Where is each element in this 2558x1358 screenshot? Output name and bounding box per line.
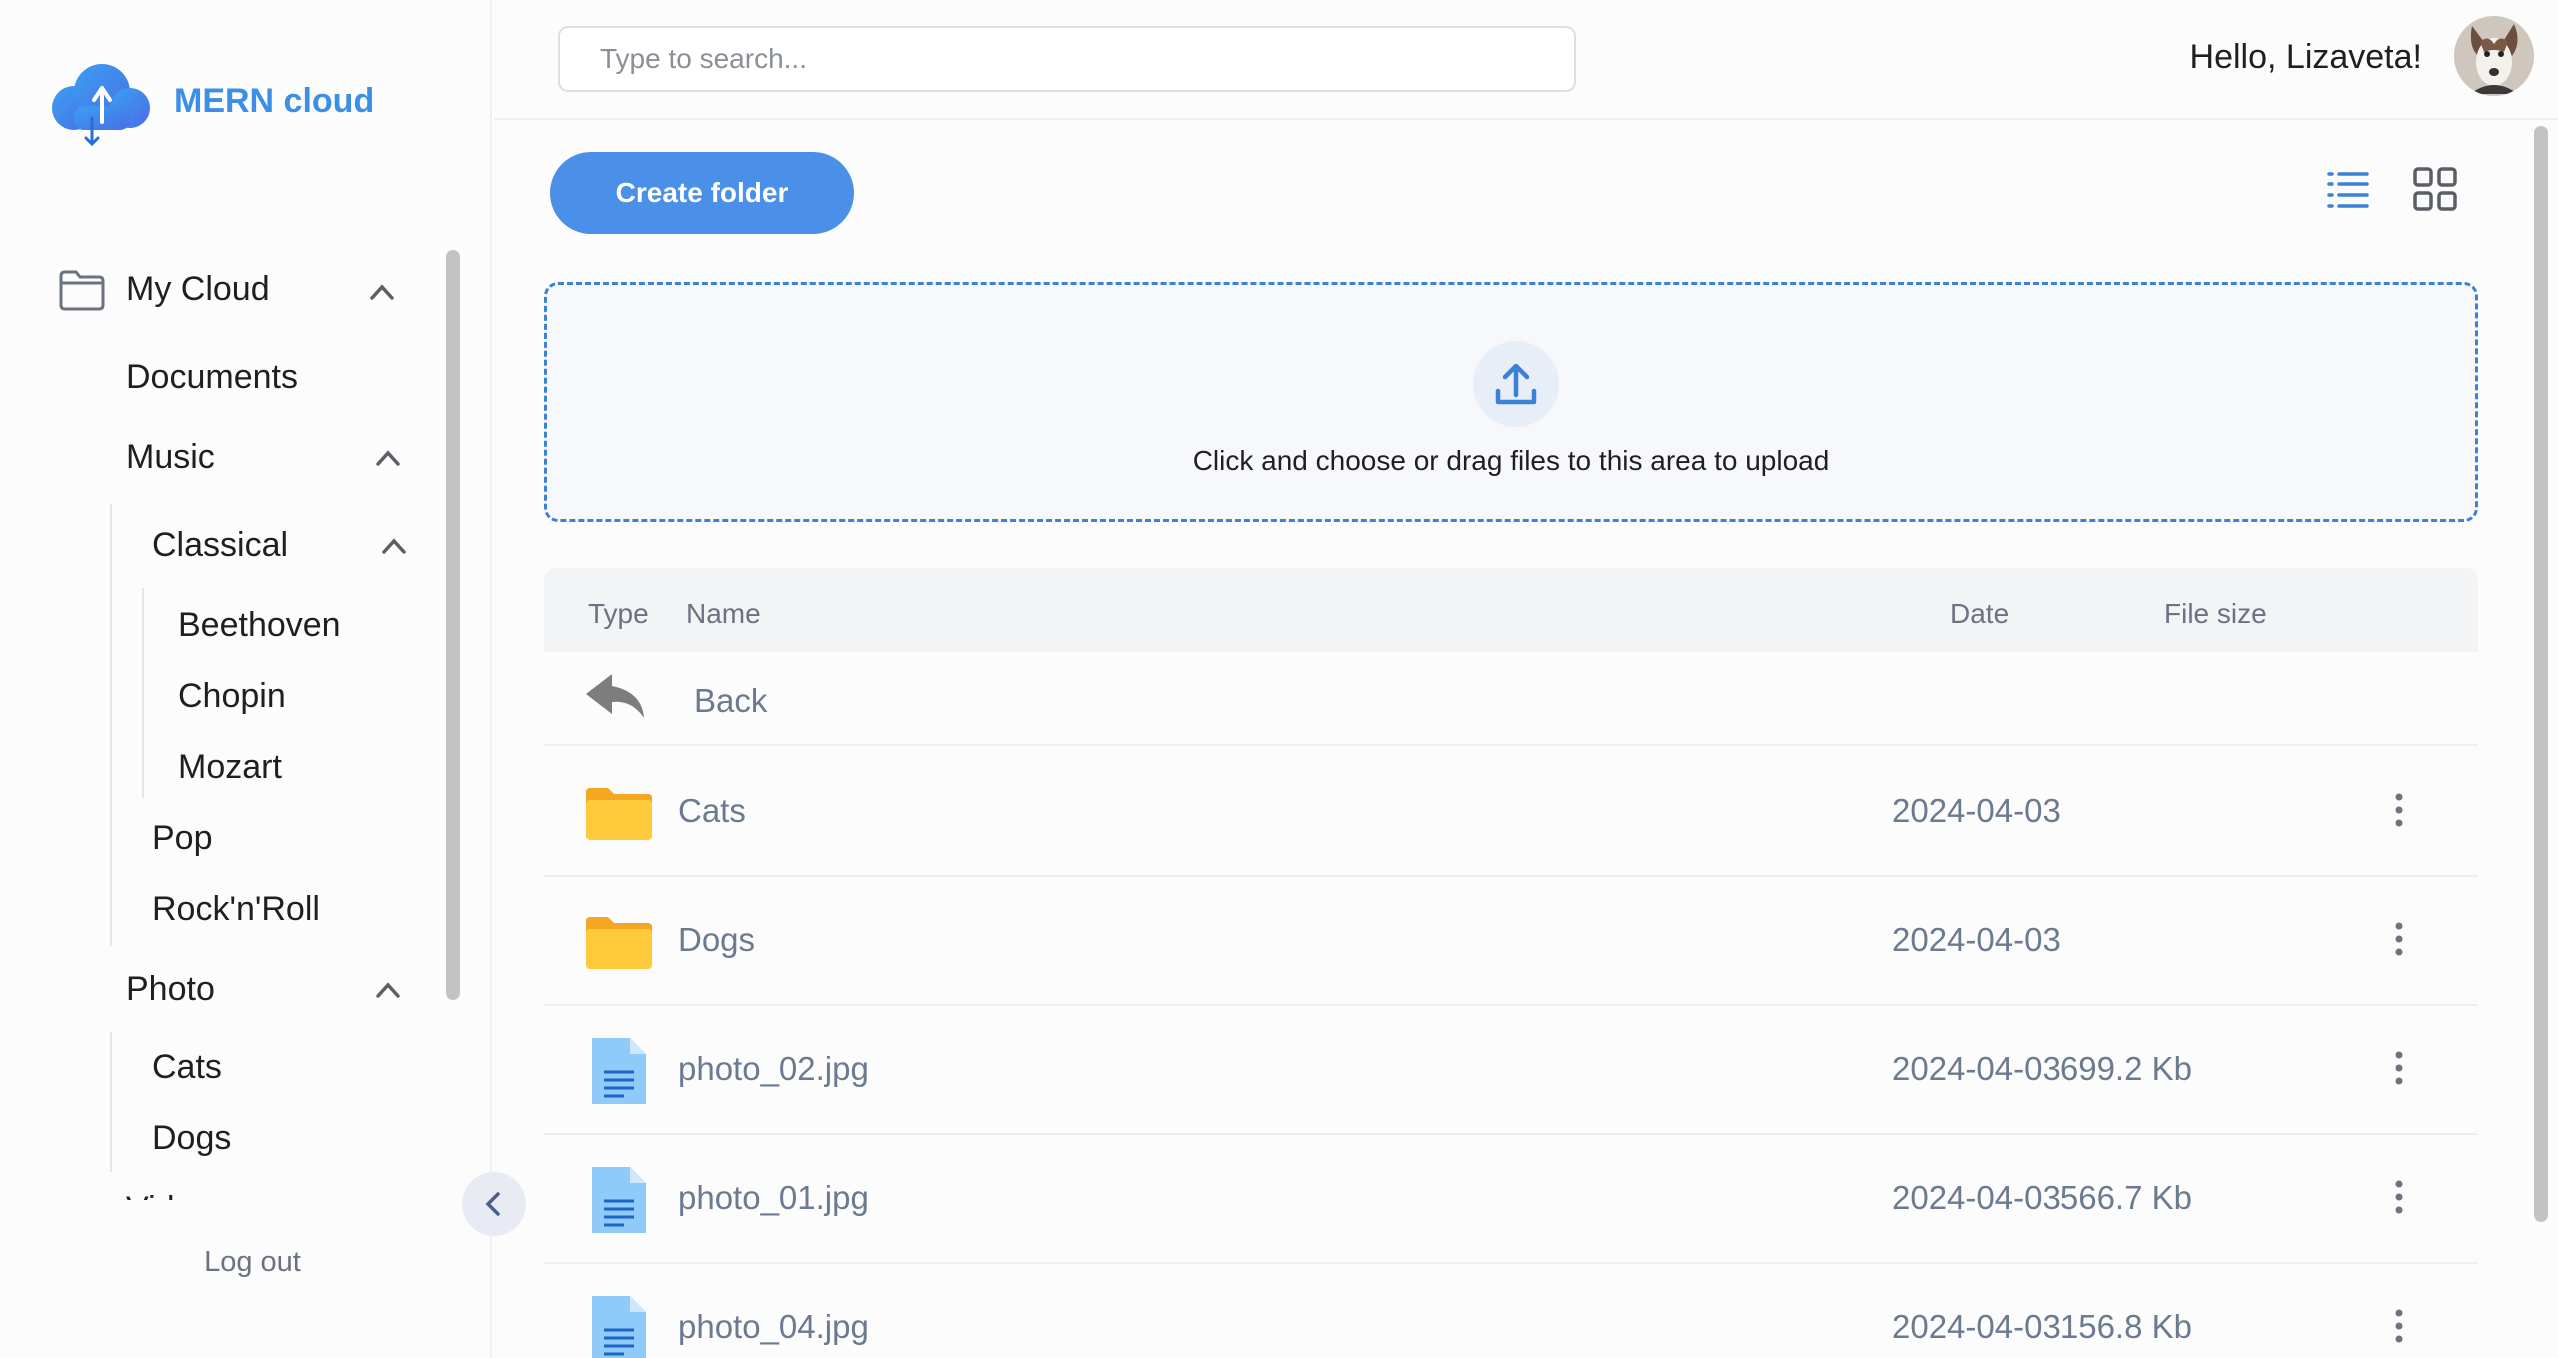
column-header-type[interactable]: Type	[588, 598, 649, 630]
sidebar-scrollbar-thumb[interactable]	[446, 250, 460, 1000]
grid-view-icon[interactable]	[2412, 166, 2458, 212]
create-folder-button[interactable]: Create folder	[550, 152, 854, 234]
tree-item-classical[interactable]: Classical	[152, 526, 422, 570]
document-icon	[592, 1038, 646, 1104]
more-options-icon[interactable]	[2384, 1306, 2414, 1346]
tree-item-label: Cats	[152, 1048, 222, 1086]
back-label: Back	[694, 682, 768, 719]
tree-item-documents[interactable]: Documents	[126, 358, 298, 397]
dog-avatar-icon	[2454, 16, 2534, 96]
tree-guide-line	[110, 504, 112, 946]
main-content: Create folder Click and choose or drag f…	[494, 122, 2526, 1358]
main-scrollbar-thumb[interactable]	[2534, 126, 2548, 1222]
tree-item-pop[interactable]: Pop	[152, 819, 213, 858]
app-logo[interactable]: MERN cloud	[44, 56, 374, 146]
top-header: Hello, Lizaveta!	[494, 0, 2558, 120]
tree-item-label: Documents	[126, 358, 298, 396]
tree-item-rock-n-roll[interactable]: Rock'n'Roll	[152, 890, 320, 929]
back-row[interactable]: Back	[544, 652, 2478, 746]
tree-item-beethoven[interactable]: Beethoven	[178, 606, 341, 645]
folder-tree: My Cloud Documents Music Classical Beeth…	[0, 240, 440, 1200]
tree-item-label: Mozart	[178, 748, 282, 786]
file-table: Type Name Date File size Back Cats 2024-…	[544, 568, 2478, 1358]
tree-item-label: Classical	[152, 526, 289, 564]
file-name[interactable]: Cats	[678, 792, 746, 830]
more-options-icon[interactable]	[2384, 919, 2414, 959]
tree-item-label: My Cloud	[126, 270, 270, 308]
logout-button[interactable]: Log out	[0, 1246, 505, 1279]
table-row[interactable]: photo_02.jpg 2024-04-03 699.2 Kb	[544, 1006, 2478, 1135]
tree-item-dogs[interactable]: Dogs	[152, 1119, 231, 1158]
column-header-name[interactable]: Name	[686, 598, 761, 630]
file-name[interactable]: photo_01.jpg	[678, 1179, 869, 1217]
user-greeting: Hello, Lizaveta!	[2189, 38, 2422, 76]
search-input[interactable]	[558, 26, 1576, 92]
tree-item-cats[interactable]: Cats	[152, 1048, 222, 1087]
file-name[interactable]: photo_04.jpg	[678, 1308, 869, 1346]
folder-icon	[586, 917, 652, 969]
tree-item-label: Video	[126, 1190, 212, 1200]
document-icon	[592, 1167, 646, 1233]
tree-item-label: Rock'n'Roll	[152, 890, 320, 928]
more-options-icon[interactable]	[2384, 1177, 2414, 1217]
file-size: 566.7 Kb	[2059, 1179, 2192, 1216]
table-row[interactable]: Dogs 2024-04-03	[544, 877, 2478, 1006]
folder-outline-icon	[59, 270, 105, 311]
table-row[interactable]: photo_04.jpg 2024-04-03 156.8 Kb	[544, 1264, 2478, 1358]
avatar[interactable]	[2454, 16, 2534, 96]
sidebar: MERN cloud My Cloud Documents Music Clas…	[0, 0, 492, 1358]
tree-item-label: Photo	[126, 970, 215, 1008]
tree-item-label: Dogs	[152, 1119, 232, 1157]
file-name[interactable]: Dogs	[678, 921, 755, 959]
back-arrow-icon	[586, 674, 644, 718]
file-date: 2024-04-03	[1892, 921, 2061, 958]
document-icon	[592, 1296, 646, 1358]
file-size: 156.8 Kb	[2059, 1308, 2192, 1345]
tree-item-music[interactable]: Music	[126, 438, 416, 482]
tree-item-chopin[interactable]: Chopin	[178, 677, 286, 716]
chevron-up-icon[interactable]	[370, 972, 406, 1008]
table-row[interactable]: photo_01.jpg 2024-04-03 566.7 Kb	[544, 1135, 2478, 1264]
tree-item-photo[interactable]: Photo	[126, 970, 416, 1014]
more-options-icon[interactable]	[2384, 1048, 2414, 1088]
app-name: MERN cloud	[174, 81, 375, 120]
table-header: Type Name Date File size	[544, 568, 2478, 652]
column-header-file-size[interactable]: File size	[2164, 598, 2267, 630]
tree-guide-line	[142, 588, 144, 798]
tree-guide-line	[110, 1032, 112, 1172]
tree-item-label: Music	[126, 438, 215, 476]
tree-item-my-cloud[interactable]: My Cloud	[58, 268, 398, 318]
tree-item-label: Chopin	[178, 677, 286, 715]
upload-dropzone[interactable]: Click and choose or drag files to this a…	[544, 282, 2478, 522]
more-options-icon[interactable]	[2384, 790, 2414, 830]
tree-item-label: Pop	[152, 819, 213, 857]
upload-instructions: Click and choose or drag files to this a…	[1192, 445, 1830, 476]
upload-icon-circle	[1473, 341, 1559, 427]
upload-icon	[1495, 363, 1537, 405]
file-name[interactable]: photo_02.jpg	[678, 1050, 869, 1088]
file-date: 2024-04-03	[1892, 792, 2061, 829]
cloud-upload-logo-icon	[52, 64, 150, 146]
table-row[interactable]: Cats 2024-04-03	[544, 748, 2478, 877]
tree-item-mozart[interactable]: Mozart	[178, 748, 282, 787]
column-header-date[interactable]: Date	[1950, 598, 2009, 630]
chevron-up-icon[interactable]	[376, 528, 412, 564]
chevron-up-icon[interactable]	[364, 274, 400, 310]
file-size: 699.2 Kb	[2059, 1050, 2192, 1087]
chevron-up-icon[interactable]	[370, 440, 406, 476]
tree-item-video[interactable]: Video	[126, 1190, 212, 1200]
list-view-icon[interactable]	[2326, 168, 2370, 212]
folder-icon	[586, 788, 652, 840]
tree-item-label: Beethoven	[178, 606, 341, 644]
